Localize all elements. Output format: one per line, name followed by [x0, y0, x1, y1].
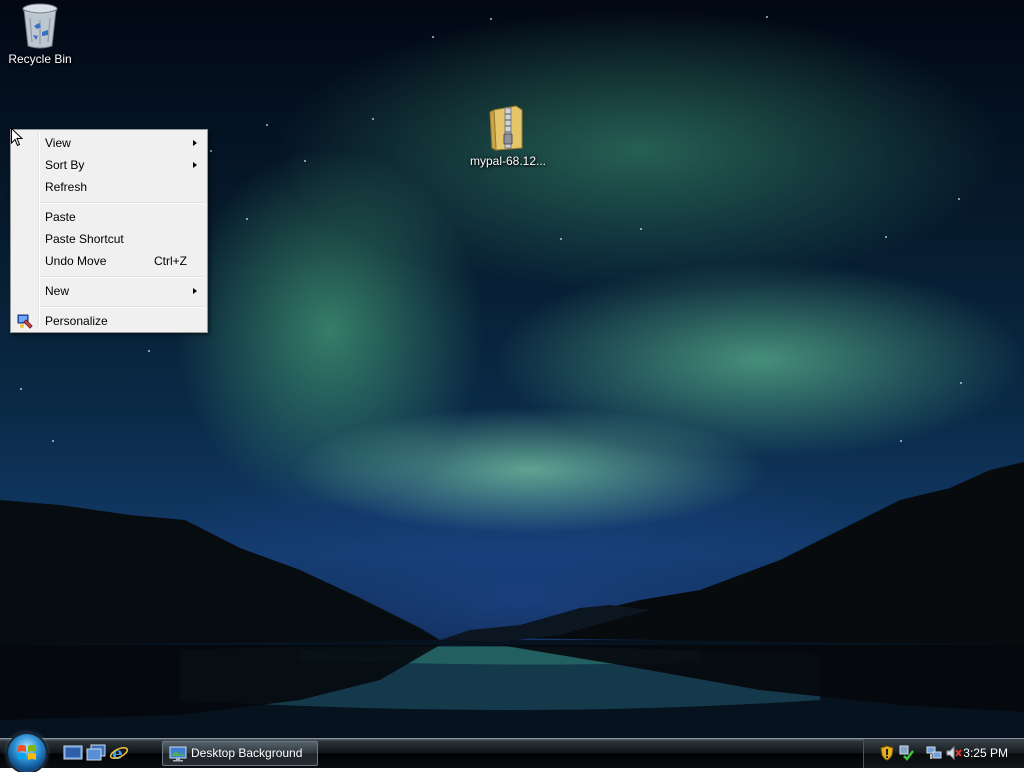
- clock[interactable]: 3:25 PM: [963, 739, 1008, 768]
- menu-item-label: Undo Move: [45, 254, 107, 268]
- internet-explorer-icon[interactable]: e: [109, 744, 129, 762]
- menu-item-label: View: [45, 136, 71, 150]
- submenu-arrow-icon: [193, 288, 197, 294]
- personalize-icon: [17, 314, 33, 329]
- menu-item-label: New: [45, 284, 70, 298]
- taskbar: e Desktop Background 3:25 PM: [0, 734, 1024, 772]
- zip-folder-icon: [489, 105, 523, 151]
- menu-item-sort-by[interactable]: Sort By: [13, 154, 205, 176]
- menu-item-refresh[interactable]: Refresh: [13, 176, 205, 198]
- svg-text:e: e: [112, 744, 123, 762]
- security-shield-icon[interactable]: [880, 745, 894, 761]
- desktop[interactable]: Recycle Bin mypal-68.12... View Sort By …: [0, 0, 1024, 738]
- desktop-context-menu: View Sort By Refresh Paste Paste Shortcu…: [10, 129, 208, 333]
- taskbar-button-desktop-background[interactable]: Desktop Background: [162, 741, 318, 766]
- recycle-bin-shortcut[interactable]: Recycle Bin: [0, 2, 80, 66]
- menu-item-view[interactable]: View: [13, 132, 205, 154]
- menu-item-personalize[interactable]: Personalize: [13, 310, 205, 332]
- menu-item-label: Sort By: [45, 158, 85, 172]
- menu-item-shortcut: Ctrl+Z: [154, 254, 187, 268]
- menu-item-label: Paste: [45, 210, 76, 224]
- menu-item-paste[interactable]: Paste: [13, 206, 205, 228]
- menu-item-paste-shortcut[interactable]: Paste Shortcut: [13, 228, 205, 250]
- desktop-background-icon: [169, 746, 187, 762]
- menu-item-label: Personalize: [45, 314, 108, 328]
- menu-separator: [41, 306, 205, 308]
- menu-item-new[interactable]: New: [13, 280, 205, 302]
- switch-windows-icon[interactable]: [86, 744, 106, 762]
- menu-separator: [41, 202, 205, 204]
- network-check-icon[interactable]: [898, 745, 914, 761]
- submenu-arrow-icon: [193, 162, 197, 168]
- recycle-bin-label: Recycle Bin: [8, 52, 72, 66]
- submenu-arrow-icon: [193, 140, 197, 146]
- menu-item-label: Paste Shortcut: [45, 232, 124, 246]
- mouse-cursor-icon: [11, 128, 23, 147]
- menu-item-label: Refresh: [45, 180, 88, 194]
- notification-area: 3:25 PM: [863, 739, 1024, 768]
- start-button[interactable]: [8, 734, 46, 772]
- menu-separator: [41, 276, 205, 278]
- network-icon[interactable]: [926, 745, 942, 761]
- taskbar-button-label: Desktop Background: [191, 746, 303, 760]
- windows-logo-icon: [18, 745, 36, 760]
- recycle-bin-icon: [22, 3, 58, 49]
- show-desktop-icon[interactable]: [63, 744, 83, 762]
- mypal-zip-file[interactable]: mypal-68.12...: [468, 104, 548, 168]
- menu-item-undo-move[interactable]: Undo Move Ctrl+Z: [13, 250, 205, 272]
- mypal-zip-label: mypal-68.12...: [469, 154, 547, 168]
- volume-muted-icon[interactable]: [946, 745, 962, 761]
